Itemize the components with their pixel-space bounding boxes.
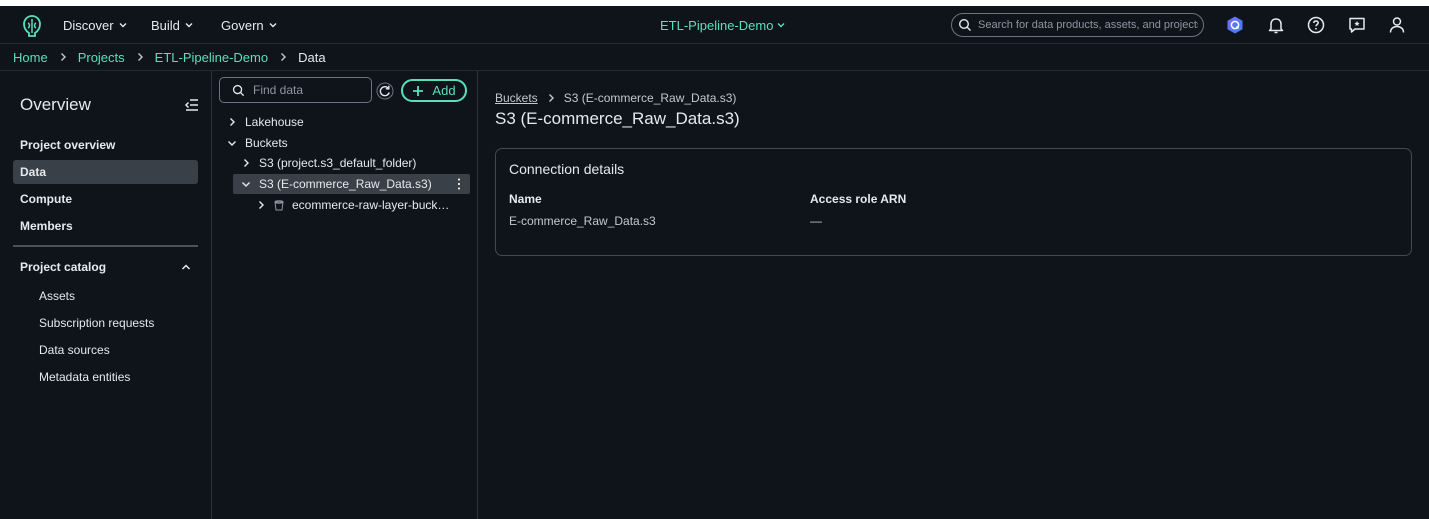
chevron-down-icon — [119, 23, 127, 28]
tree-node-ecommerce-bucket[interactable]: S3 (E-commerce_Raw_Data.s3) — [233, 174, 470, 194]
content-breadcrumb-buckets[interactable]: Buckets — [495, 91, 538, 105]
sidebar: Overview Project overview Data Compute M… — [0, 71, 212, 519]
sidebar-item-compute[interactable]: Compute — [13, 187, 198, 211]
sidebar-item-label: Project overview — [20, 138, 116, 152]
global-search-input[interactable] — [978, 19, 1198, 31]
tree-node-label: Buckets — [245, 136, 288, 150]
chevron-right-icon — [548, 94, 554, 102]
chevron-right-icon — [259, 201, 264, 209]
sidebar-item-members[interactable]: Members — [13, 214, 198, 238]
data-explorer-panel: Add Lakehouse Buckets S3 (project.s3_def… — [212, 71, 478, 519]
name-label: Name — [509, 192, 542, 206]
chevron-down-icon — [777, 23, 785, 28]
sidebar-divider — [13, 245, 198, 247]
chevron-up-icon — [181, 264, 191, 270]
top-navigation-bar: Discover Build Govern ETL-Pipeline-Demo — [0, 6, 1429, 44]
page-title: S3 (E-commerce_Raw_Data.s3) — [495, 109, 740, 128]
name-value: E-commerce_Raw_Data.s3 — [509, 214, 656, 228]
nav-govern-menu[interactable]: Govern — [221, 6, 278, 44]
sidebar-item-label: Members — [20, 219, 73, 233]
chevron-right-icon — [60, 53, 66, 61]
tree-node-label: Lakehouse — [245, 115, 304, 129]
chevron-down-icon — [269, 23, 277, 28]
catalog-item-subscription-requests[interactable]: Subscription requests — [39, 314, 154, 332]
find-data-search[interactable] — [219, 77, 372, 103]
chevron-right-icon — [281, 53, 287, 61]
amazon-q-icon[interactable] — [1225, 15, 1245, 35]
project-catalog-toggle[interactable]: Project catalog — [20, 255, 192, 279]
breadcrumb-home[interactable]: Home — [13, 50, 48, 65]
feedback-icon[interactable] — [1347, 15, 1367, 35]
tree-node-label: ecommerce-raw-layer-buck… — [292, 198, 450, 212]
access-role-arn-label: Access role ARN — [810, 192, 907, 206]
content-breadcrumb-current: S3 (E-commerce_Raw_Data.s3) — [563, 91, 737, 105]
catalog-item-metadata-entities[interactable]: Metadata entities — [39, 368, 130, 386]
nav-govern-label: Govern — [221, 17, 264, 33]
chevron-right-icon — [137, 53, 143, 61]
add-button[interactable]: Add — [401, 79, 467, 102]
content-breadcrumb: Buckets S3 (E-commerce_Raw_Data.s3) — [495, 91, 736, 105]
tree-node-lakehouse[interactable]: Lakehouse — [227, 112, 304, 132]
project-catalog-label: Project catalog — [20, 260, 107, 274]
sidebar-item-project-overview[interactable]: Project overview — [13, 133, 198, 157]
collapse-sidebar-icon[interactable] — [184, 97, 200, 113]
search-icon — [232, 84, 245, 96]
tree-node-raw-layer-bucket[interactable]: ecommerce-raw-layer-buck… — [256, 195, 449, 215]
project-selector-label: ETL-Pipeline-Demo — [660, 17, 774, 33]
breadcrumb-projects[interactable]: Projects — [78, 50, 125, 65]
main-content: Buckets S3 (E-commerce_Raw_Data.s3) S3 (… — [478, 71, 1429, 519]
refresh-icon[interactable] — [376, 82, 394, 100]
chevron-down-icon — [242, 182, 250, 187]
breadcrumb-current: Data — [298, 49, 326, 65]
tree-node-label: S3 (E-commerce_Raw_Data.s3) — [259, 177, 432, 191]
breadcrumb: Home Projects ETL-Pipeline-Demo Data — [0, 44, 1429, 71]
nav-discover-menu[interactable]: Discover — [63, 6, 128, 44]
breadcrumb-project[interactable]: ETL-Pipeline-Demo — [155, 50, 268, 65]
sidebar-item-label: Compute — [20, 192, 72, 206]
project-selector[interactable]: ETL-Pipeline-Demo — [660, 6, 786, 44]
tree-node-buckets[interactable]: Buckets — [227, 133, 288, 153]
bucket-icon — [274, 199, 284, 210]
more-actions-icon[interactable] — [456, 177, 462, 191]
nav-discover-label: Discover — [63, 17, 114, 33]
connection-details-title: Connection details — [509, 161, 625, 177]
chevron-down-icon — [228, 141, 236, 146]
nav-build-label: Build — [151, 17, 180, 33]
notifications-bell-icon[interactable] — [1266, 15, 1286, 35]
user-profile-icon[interactable] — [1387, 15, 1407, 35]
tree-node-default-folder[interactable]: S3 (project.s3_default_folder) — [241, 153, 416, 173]
help-icon[interactable] — [1306, 15, 1326, 35]
chevron-right-icon — [230, 118, 235, 126]
nav-build-menu[interactable]: Build — [151, 6, 194, 44]
sidebar-item-data[interactable]: Data — [13, 160, 198, 184]
add-button-label: Add — [432, 83, 456, 98]
chevron-right-icon — [244, 159, 249, 167]
global-search[interactable] — [951, 13, 1204, 37]
plus-icon — [413, 85, 424, 96]
sidebar-item-label: Data — [20, 165, 47, 179]
catalog-item-data-sources[interactable]: Data sources — [39, 341, 110, 359]
catalog-item-assets[interactable]: Assets — [39, 287, 75, 305]
find-data-input[interactable] — [253, 83, 363, 97]
chevron-down-icon — [185, 23, 193, 28]
sidebar-title: Overview — [20, 95, 91, 114]
access-role-arn-value: — — [810, 214, 822, 228]
tree-node-label: S3 (project.s3_default_folder) — [259, 156, 417, 170]
app-logo-icon[interactable] — [20, 14, 44, 38]
connection-details-card: Connection details Name E-commerce_Raw_D… — [495, 148, 1412, 256]
search-icon — [958, 18, 971, 31]
